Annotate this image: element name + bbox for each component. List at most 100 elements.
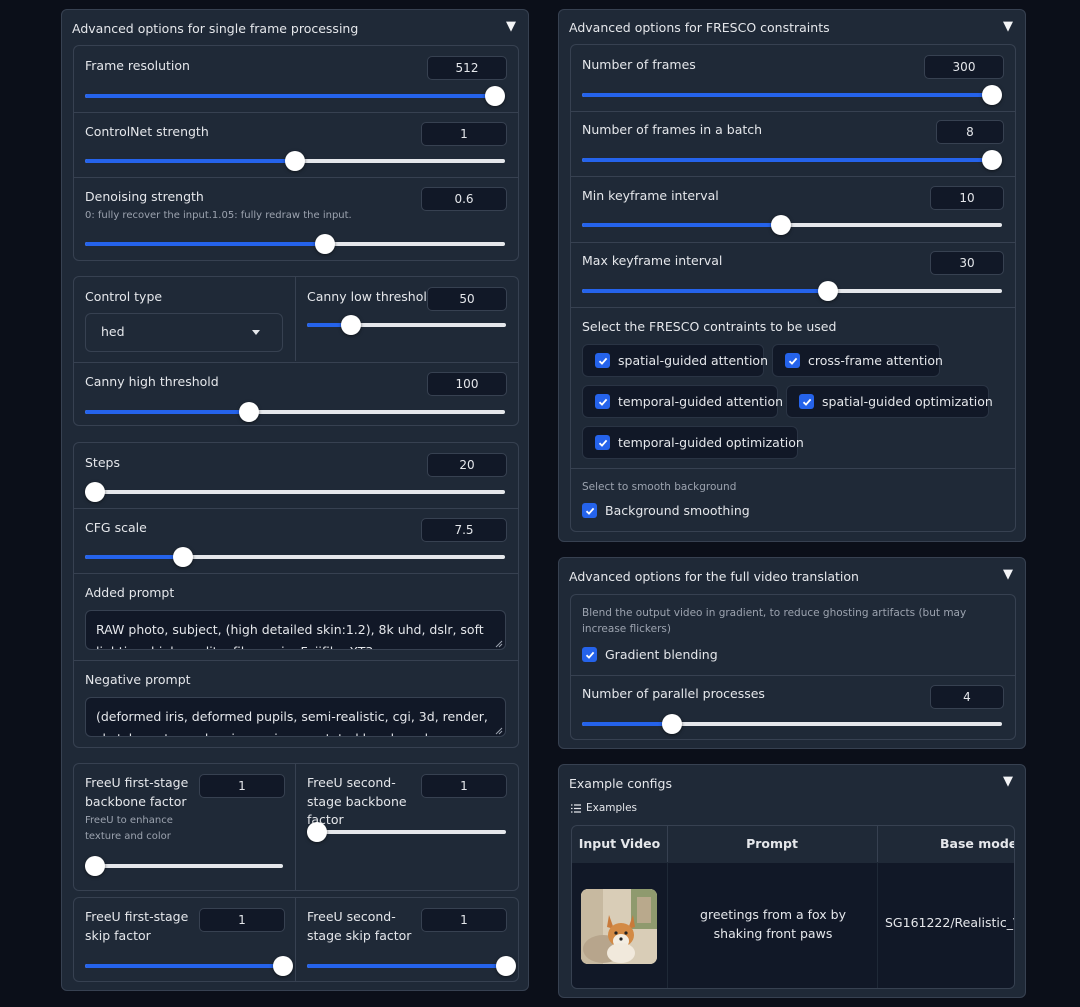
constraint-label: spatial-guided optimization [822, 394, 993, 409]
controlnet-strength-input[interactable]: 1 [421, 122, 507, 146]
slider-thumb[interactable] [982, 85, 1002, 105]
constraint-temporal-optimization[interactable]: temporal-guided optimization [582, 426, 804, 459]
negative-prompt-textarea[interactable]: (deformed iris, deformed pupils, semi-re… [85, 697, 506, 737]
control-type-value: hed [101, 324, 125, 339]
checkbox-checked-icon[interactable] [582, 503, 597, 518]
num-frames-label: Number of frames [582, 57, 696, 72]
added-prompt-textarea[interactable]: RAW photo, subject, (high detailed skin:… [85, 610, 506, 650]
freeu-s2-slider[interactable] [307, 956, 516, 976]
slider-thumb[interactable] [982, 150, 1002, 170]
canny-high-slider[interactable] [85, 402, 505, 422]
example-thumbnail[interactable] [581, 889, 657, 964]
examples-panel-title[interactable]: Example configs [569, 776, 672, 791]
fresco-group: Number of frames 300 Number of frames in… [570, 44, 1016, 532]
examples-sublabel: Examples [571, 802, 637, 814]
slider-thumb[interactable] [340, 315, 361, 335]
gradient-blending-info: Blend the output video in gradient, to r… [582, 607, 967, 635]
single-frame-panel: Advanced options for single frame proces… [61, 9, 529, 991]
freeu-s1-label: FreeU first-stage skip factor [85, 909, 189, 943]
checkbox-checked-icon[interactable] [595, 435, 610, 450]
freeu-b1-slider[interactable] [85, 856, 283, 876]
parallel-processes-slider[interactable] [582, 714, 1002, 734]
negative-prompt-label: Negative prompt [85, 672, 191, 687]
slider-thumb[interactable] [496, 956, 516, 976]
freeu-b2-input[interactable]: 1 [421, 774, 507, 798]
parallel-processes-label: Number of parallel processes [582, 686, 765, 701]
cfg-scale-slider[interactable] [85, 547, 505, 567]
background-smoothing-label: Background smoothing [605, 503, 750, 518]
example-row[interactable]: greetings from a fox by shaking front pa… [572, 863, 1014, 988]
resolution-group: Frame resolution 512 ControlNet strength… [73, 45, 519, 261]
control-type-dropdown[interactable]: hed [85, 313, 283, 352]
single-frame-panel-title[interactable]: Advanced options for single frame proces… [72, 21, 358, 36]
steps-slider[interactable] [85, 482, 505, 502]
checkbox-checked-icon[interactable] [799, 394, 814, 409]
control-group: Control type hed Canny low threshold 50 … [73, 276, 519, 426]
collapse-icon[interactable]: ▼ [1003, 567, 1013, 582]
freeu-s1-input[interactable]: 1 [199, 908, 285, 932]
checkbox-checked-icon[interactable] [595, 394, 610, 409]
steps-input[interactable]: 20 [427, 453, 507, 477]
frame-resolution-slider[interactable] [85, 86, 505, 106]
background-smoothing-checkbox[interactable]: Background smoothing [582, 503, 750, 518]
slider-thumb[interactable] [285, 151, 305, 171]
full-video-panel-title[interactable]: Advanced options for the full video tran… [569, 569, 859, 584]
denoising-strength-slider[interactable] [85, 234, 505, 254]
denoising-strength-input[interactable]: 0.6 [421, 187, 507, 211]
list-icon [571, 803, 581, 813]
slider-thumb[interactable] [771, 215, 792, 235]
canny-high-input[interactable]: 100 [427, 372, 507, 396]
checkbox-checked-icon[interactable] [582, 647, 597, 662]
fresco-panel: Advanced options for FRESCO constraints … [558, 9, 1026, 542]
freeu-s2-input[interactable]: 1 [421, 908, 507, 932]
constraint-cross-frame-attention[interactable]: cross-frame attention [772, 344, 943, 377]
constraint-spatial-optimization[interactable]: spatial-guided optimization [786, 385, 993, 418]
freeu-b1-info: FreeU to enhance texture and color [85, 815, 173, 842]
num-frames-input[interactable]: 300 [924, 55, 1004, 79]
max-keyframe-slider[interactable] [582, 281, 1002, 301]
collapse-icon[interactable]: ▼ [1003, 774, 1013, 789]
slider-thumb[interactable] [85, 482, 105, 502]
freeu-s1-slider[interactable] [85, 956, 293, 976]
column-base-model: Base model [940, 836, 1015, 851]
num-frames-slider[interactable] [582, 85, 1002, 105]
canny-low-input[interactable]: 50 [427, 287, 507, 311]
collapse-icon[interactable]: ▼ [1003, 19, 1013, 34]
slider-thumb[interactable] [818, 281, 839, 301]
gradient-blending-checkbox[interactable]: Gradient blending [582, 647, 718, 662]
slider-thumb[interactable] [273, 956, 293, 976]
min-keyframe-slider[interactable] [582, 215, 1002, 235]
checkbox-checked-icon[interactable] [785, 353, 800, 368]
slider-thumb[interactable] [314, 234, 335, 254]
frame-resolution-input[interactable]: 512 [427, 56, 507, 80]
steps-label: Steps [85, 455, 120, 470]
full-video-panel: Advanced options for the full video tran… [558, 557, 1026, 749]
checkbox-checked-icon[interactable] [595, 353, 610, 368]
constraint-temporal-attention[interactable]: temporal-guided attention [582, 385, 783, 418]
slider-thumb[interactable] [85, 856, 105, 876]
slider-thumb[interactable] [661, 714, 682, 734]
controlnet-strength-slider[interactable] [85, 151, 505, 171]
fresco-panel-title[interactable]: Advanced options for FRESCO constraints [569, 20, 830, 35]
constraint-spatial-attention[interactable]: spatial-guided attention [582, 344, 768, 377]
cfg-scale-input[interactable]: 7.5 [421, 518, 507, 542]
freeu-b2-slider[interactable] [307, 822, 506, 842]
resize-handle-icon[interactable] [495, 640, 503, 648]
freeu-b1-input[interactable]: 1 [199, 774, 285, 798]
slider-thumb[interactable] [485, 86, 505, 106]
parallel-processes-input[interactable]: 4 [930, 685, 1004, 709]
resize-handle-icon[interactable] [495, 727, 503, 735]
canny-low-slider[interactable] [307, 315, 506, 335]
full-video-group: Blend the output video in gradient, to r… [570, 594, 1016, 740]
max-keyframe-input[interactable]: 30 [930, 251, 1004, 275]
min-keyframe-input[interactable]: 10 [930, 186, 1004, 210]
slider-thumb[interactable] [307, 822, 327, 842]
examples-panel: Example configs ▼ Examples Input Video P… [558, 764, 1026, 998]
freeu-s2-label: FreeU second-stage skip factor [307, 909, 412, 943]
frames-batch-input[interactable]: 8 [936, 120, 1004, 144]
control-type-label: Control type [85, 289, 163, 304]
frames-batch-slider[interactable] [582, 150, 1002, 170]
slider-thumb[interactable] [172, 547, 193, 567]
slider-thumb[interactable] [238, 402, 259, 422]
collapse-icon[interactable]: ▼ [506, 19, 516, 34]
